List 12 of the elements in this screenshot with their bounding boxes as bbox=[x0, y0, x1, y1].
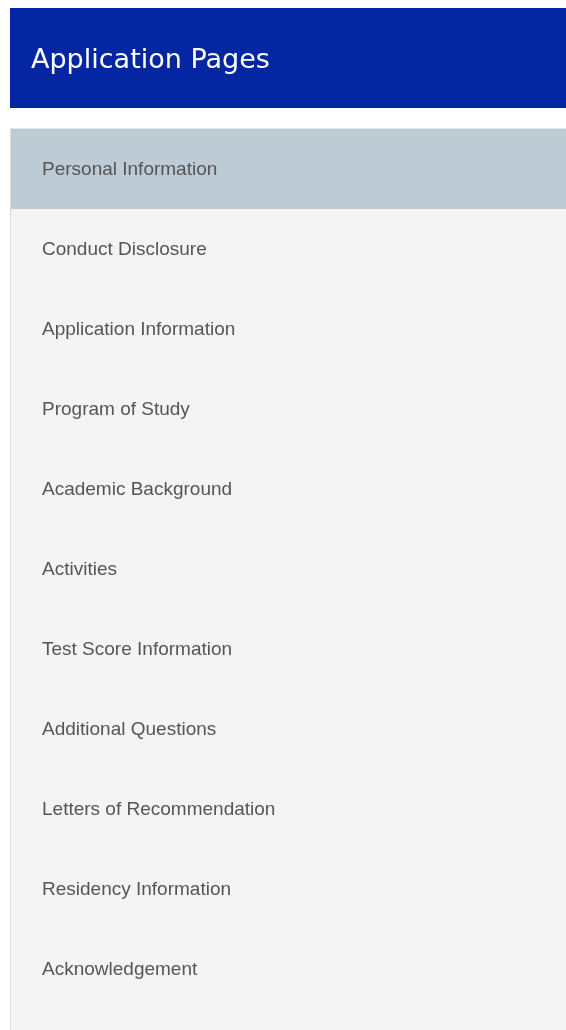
page-nav-item[interactable]: Program of Study bbox=[11, 369, 566, 449]
page-nav-item[interactable]: Activities bbox=[11, 529, 566, 609]
page-nav-item[interactable]: Conduct Disclosure bbox=[11, 209, 566, 289]
page-nav-item[interactable]: Personal Information bbox=[11, 129, 566, 209]
page-nav-item[interactable]: Residency Information bbox=[11, 849, 566, 929]
page-nav-item[interactable]: Test Score Information bbox=[11, 609, 566, 689]
panel-title: Application Pages bbox=[31, 42, 270, 74]
page-nav-item[interactable]: Application Information bbox=[11, 289, 566, 369]
page-nav-item[interactable]: Acknowledgement bbox=[11, 929, 566, 1009]
page-nav-item[interactable]: Additional Questions bbox=[11, 689, 566, 769]
page-nav-item[interactable]: Academic Background bbox=[11, 449, 566, 529]
page-nav-item[interactable]: Letters of Recommendation bbox=[11, 769, 566, 849]
